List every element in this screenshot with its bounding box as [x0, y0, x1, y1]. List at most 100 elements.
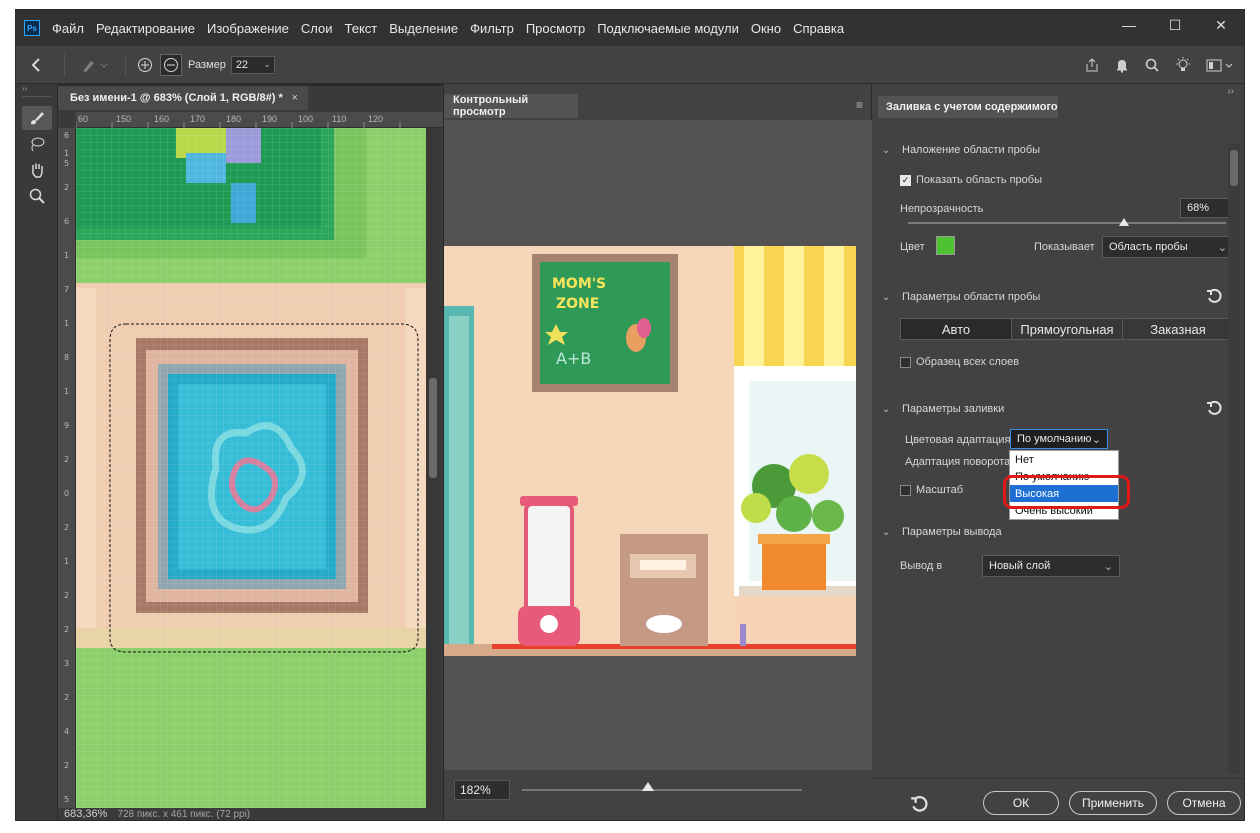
scale-checkbox[interactable] — [900, 485, 911, 496]
hand-tool-icon[interactable] — [22, 158, 52, 182]
svg-text:2: 2 — [64, 625, 69, 634]
sampling-mode-segmented: Авто Прямоугольная Заказная — [900, 318, 1234, 340]
minimize-button[interactable]: — — [1106, 10, 1152, 40]
preview-panel: Контрольный просмотр ≡ MOM'S ZONE A+B 18… — [443, 84, 872, 820]
fill-panel-scrollbar[interactable] — [1228, 144, 1240, 774]
share-icon[interactable] — [1084, 57, 1100, 73]
document-scrollbar[interactable] — [426, 128, 440, 808]
size-field[interactable]: 22 ⌄ — [230, 55, 275, 74]
output-dropdown[interactable]: Новый слой ⌄ — [982, 555, 1120, 577]
divider — [872, 778, 1244, 779]
close-window-button[interactable]: ✕ — [1198, 10, 1244, 40]
shows-label: Показывает — [1034, 241, 1095, 253]
shows-dropdown[interactable]: Область пробы ⌄ — [1102, 236, 1234, 258]
section-output-settings[interactable]: ⌄ Параметры вывода — [882, 526, 1002, 538]
lasso-tool-icon[interactable] — [22, 132, 52, 156]
maximize-button[interactable]: ☐ — [1152, 10, 1198, 40]
svg-text:7: 7 — [64, 285, 69, 294]
document-title: Без имени-1 @ 683% (Слой 1, RGB/8#) * — [70, 92, 283, 104]
color-adaptation-value: По умолчанию — [1017, 433, 1092, 445]
chevron-down-icon: ⌄ — [1091, 433, 1101, 446]
svg-text:1: 1 — [64, 251, 69, 260]
svg-text:0: 0 — [64, 489, 69, 498]
menu-help[interactable]: Справка — [793, 21, 844, 36]
menu-filter[interactable]: Фильтр — [470, 21, 514, 36]
svg-text:A+B: A+B — [556, 349, 591, 368]
section-fill-settings[interactable]: ⌄ Параметры заливки — [882, 403, 1004, 415]
opacity-slider-knob[interactable] — [1119, 218, 1130, 226]
document-tab[interactable]: Без имени-1 @ 683% (Слой 1, RGB/8#) * × — [58, 86, 308, 110]
brush-preset-icon[interactable] — [73, 57, 117, 73]
section-title: Параметры заливки — [902, 403, 1005, 415]
svg-text:MOM'S: MOM'S — [552, 276, 606, 292]
size-value: 22 — [235, 58, 249, 71]
opacity-field[interactable]: 68% — [1180, 198, 1234, 218]
menu-layers[interactable]: Слои — [301, 21, 333, 36]
sampling-mode-custom[interactable]: Заказная — [1123, 319, 1233, 339]
color-label: Цвет — [900, 241, 925, 253]
reset-all-icon[interactable] — [910, 795, 928, 818]
output-value: Новый слой — [989, 560, 1051, 572]
close-tab-icon[interactable]: × — [292, 92, 298, 104]
ok-button[interactable]: ОК — [983, 791, 1059, 815]
sampling-mode-auto[interactable]: Авто — [901, 319, 1012, 339]
back-arrow-icon[interactable] — [16, 57, 56, 72]
add-to-selection-icon[interactable] — [134, 57, 156, 73]
shows-value: Область пробы — [1109, 241, 1188, 253]
section-title: Параметры области пробы — [902, 291, 1041, 303]
scroll-thumb[interactable] — [429, 378, 437, 478]
svg-text:1: 1 — [64, 149, 69, 158]
menu-window[interactable]: Окно — [751, 21, 781, 36]
brush-tool-icon[interactable] — [21, 106, 52, 130]
cancel-button[interactable]: Отмена — [1167, 791, 1241, 815]
photoshop-logo-icon: Ps — [24, 20, 40, 36]
search-icon[interactable] — [1144, 57, 1160, 73]
svg-text:5: 5 — [64, 795, 69, 804]
reset-icon[interactable] — [1206, 288, 1222, 309]
tools-collapse-icon[interactable]: ›› — [16, 84, 57, 96]
menu-type[interactable]: Текст — [345, 21, 378, 36]
lightbulb-icon[interactable] — [1174, 56, 1192, 74]
menu-file[interactable]: Файл — [52, 21, 84, 36]
fill-panel-tab[interactable]: Заливка с учетом содержимого — [878, 96, 1058, 118]
options-bar: Размер 22 ⌄ — [16, 46, 1244, 84]
show-sample-checkbox[interactable]: ✓ — [900, 175, 911, 186]
workspace-icon[interactable] — [1206, 57, 1234, 73]
menu-image[interactable]: Изображение — [207, 21, 289, 36]
zoom-tool-icon[interactable] — [22, 184, 52, 208]
panel-collapse-icon[interactable]: ›› — [1227, 86, 1234, 97]
menu-select[interactable]: Выделение — [389, 21, 458, 36]
all-layers-checkbox[interactable] — [900, 357, 911, 368]
menu-edit[interactable]: Редактирование — [96, 21, 195, 36]
section-sampling-overlay[interactable]: ⌄ Наложение области пробы — [882, 144, 1040, 156]
zoom-slider-knob[interactable] — [642, 782, 654, 791]
option-none[interactable]: Нет — [1010, 451, 1118, 468]
menu-view[interactable]: Просмотр — [526, 21, 585, 36]
color-adaptation-dropdown[interactable]: По умолчанию ⌄ — [1010, 429, 1108, 449]
bell-icon[interactable] — [1114, 57, 1130, 73]
zoom-input[interactable]: 182% — [454, 780, 510, 800]
preview-area[interactable]: MOM'S ZONE A+B — [444, 120, 872, 770]
panel-menu-icon[interactable]: ≡ — [856, 98, 863, 112]
menu-plugins[interactable]: Подключаемые модули — [597, 21, 739, 36]
apply-button[interactable]: Применить — [1069, 791, 1157, 815]
preview-image: MOM'S ZONE A+B — [444, 246, 856, 656]
document-canvas[interactable] — [76, 128, 426, 808]
document-status-bar: 683,36% 728 пикс. x 461 пикс. (72 ppi) — [58, 808, 443, 820]
zoom-slider-track[interactable] — [522, 789, 802, 791]
sampling-mode-rectangular[interactable]: Прямоугольная — [1012, 319, 1123, 339]
scroll-thumb[interactable] — [1230, 150, 1238, 186]
svg-text:1: 1 — [64, 557, 69, 566]
chevron-down-icon: ⌄ — [1103, 560, 1113, 573]
preview-tab[interactable]: Контрольный просмотр — [444, 94, 578, 118]
rotation-adaptation-label: Адаптация поворота — [905, 456, 1011, 468]
subtract-from-selection-icon[interactable] — [160, 53, 182, 76]
options-bar-right — [1084, 46, 1234, 84]
svg-text:2: 2 — [64, 591, 69, 600]
reset-icon[interactable] — [1206, 400, 1222, 421]
divider — [64, 53, 65, 76]
color-swatch[interactable] — [936, 236, 955, 255]
svg-text:5: 5 — [64, 159, 69, 168]
section-sampling-area[interactable]: ⌄ Параметры области пробы — [882, 291, 1040, 303]
opacity-slider-track[interactable] — [908, 222, 1226, 224]
